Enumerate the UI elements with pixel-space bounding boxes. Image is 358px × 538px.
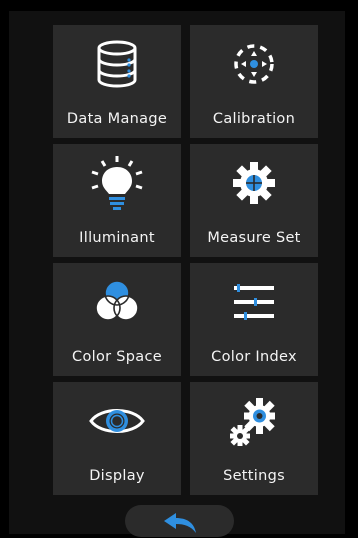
tile-label: Color Index [211,349,297,365]
tile-illuminant[interactable]: Illuminant [53,144,181,257]
color-index-icon [190,273,318,331]
lightbulb-icon [53,154,181,212]
menu-panel: Data Manage Calibration Illuminant Measu… [9,11,345,534]
tile-settings[interactable]: Settings [190,382,318,495]
tile-measure-set[interactable]: Measure Set [190,144,318,257]
tile-label: Illuminant [79,230,155,246]
screen: Data Manage Calibration Illuminant Measu… [0,0,358,537]
measure-gear-icon [190,154,318,212]
database-icon [53,35,181,93]
tile-color-index[interactable]: Color Index [190,263,318,376]
calibration-icon [190,35,318,93]
back-arrow-icon [162,512,198,538]
tile-label: Data Manage [66,111,168,127]
tile-label: Settings [223,468,285,484]
eye-icon [53,392,181,450]
tile-label: Display [89,468,145,484]
tile-data-manage[interactable]: Data Manage [53,25,181,138]
back-button[interactable] [125,505,234,537]
tile-label: Color Space [72,349,162,365]
tile-label: Measure Set [207,230,301,246]
tile-display[interactable]: Display [53,382,181,495]
tile-calibration[interactable]: Calibration [190,25,318,138]
tile-color-space[interactable]: Color Space [53,263,181,376]
settings-gears-icon [190,392,318,450]
color-space-icon [53,273,181,331]
tile-label: Calibration [212,111,296,127]
